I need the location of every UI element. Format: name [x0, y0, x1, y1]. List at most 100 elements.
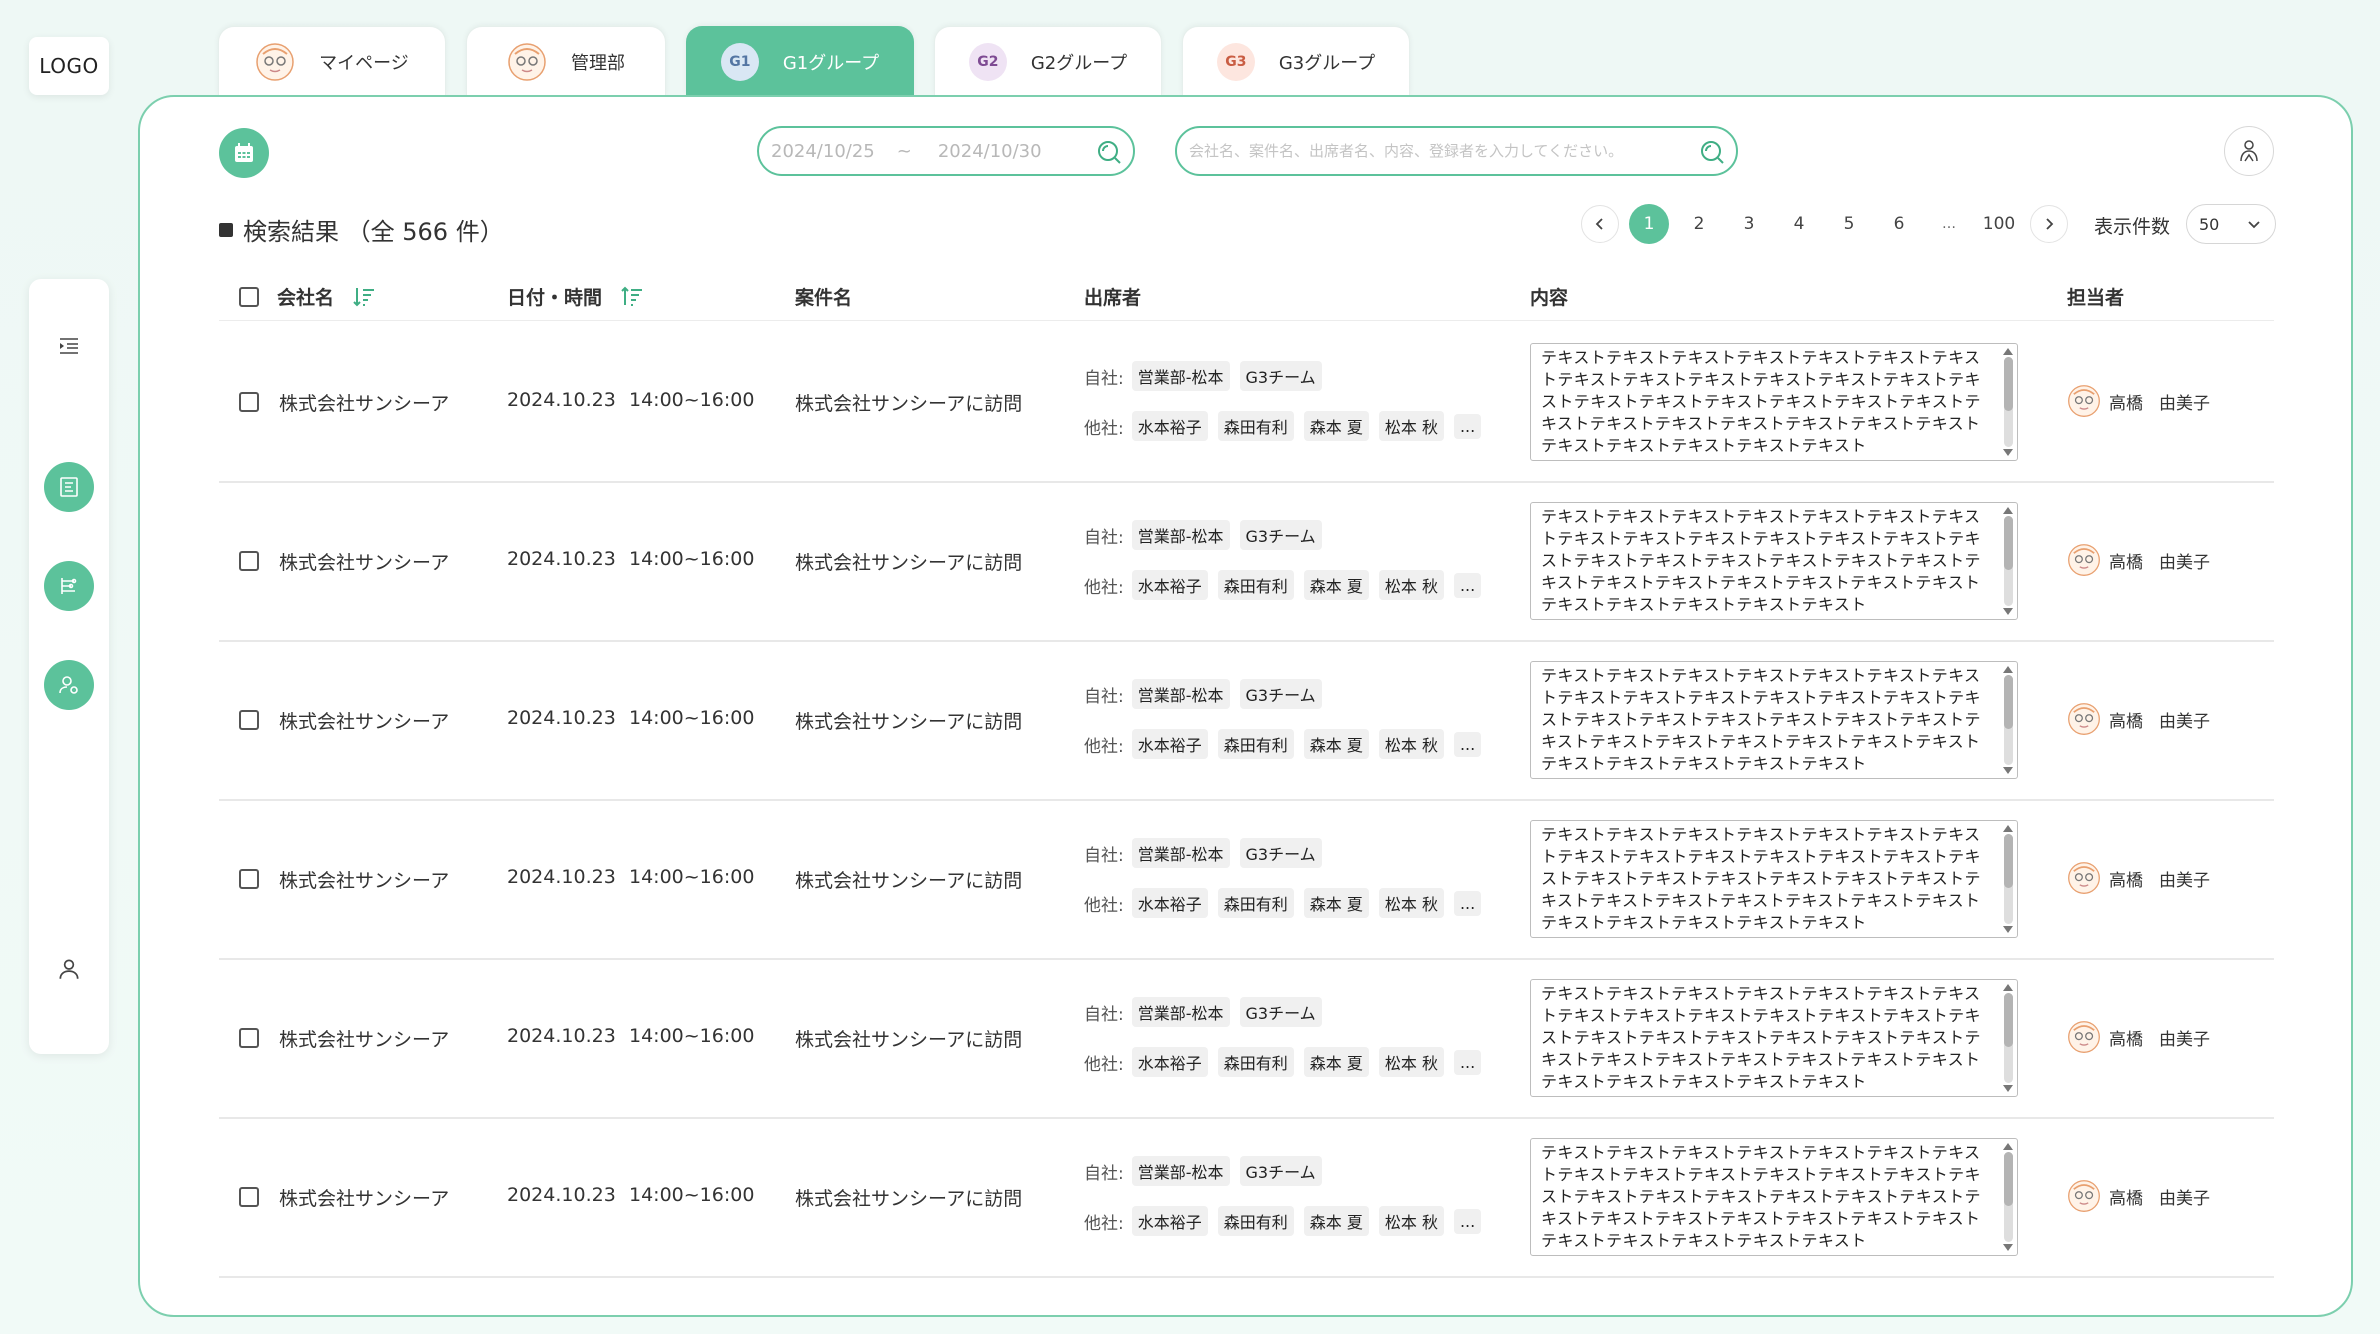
indent-icon[interactable]	[44, 321, 94, 371]
content-text: テキストテキストテキストテキストテキストテキストテキストテキストテキストテキスト…	[1541, 1143, 1981, 1250]
scrollbar[interactable]	[2002, 507, 2014, 615]
table-row[interactable]: 株式会社サンシーア 2024.10.23 14:00~16:00 株式会社サンシ…	[219, 800, 2274, 960]
scroll-down-icon[interactable]	[2003, 767, 2013, 774]
content-textarea[interactable]: テキストテキストテキストテキストテキストテキストテキストテキストテキストテキスト…	[1530, 979, 2018, 1097]
scroll-down-icon[interactable]	[2003, 449, 2013, 456]
date-from[interactable]: 2024/10/25	[771, 141, 875, 162]
scroll-down-icon[interactable]	[2003, 926, 2013, 933]
keyword-search[interactable]	[1175, 126, 1738, 176]
scroll-down-icon[interactable]	[2003, 608, 2013, 615]
date-separator: ~	[896, 140, 912, 162]
project-name[interactable]: 株式会社サンシーアに訪問	[795, 866, 1022, 893]
tab-g1-group[interactable]: G1 G1グループ	[686, 26, 914, 96]
row-checkbox[interactable]	[239, 1187, 259, 1207]
attendee-tag: 営業部-松本	[1131, 361, 1230, 391]
owner-last-name: 高橋	[2109, 870, 2143, 891]
attendee-tag: 森田有利	[1217, 729, 1294, 759]
prev-page-button[interactable]	[1581, 205, 1619, 243]
attendee-tag: G3チーム	[1239, 361, 1322, 391]
page-number[interactable]: 3	[1729, 204, 1769, 244]
page-number[interactable]: 2	[1679, 204, 1719, 244]
content-textarea[interactable]: テキストテキストテキストテキストテキストテキストテキストテキストテキストテキスト…	[1530, 1138, 2018, 1256]
other-attendees: 他社: 水本裕子 森田有利 森本 夏 松本 秋 ...	[1084, 729, 1482, 759]
project-name[interactable]: 株式会社サンシーアに訪問	[795, 548, 1022, 575]
content-text: テキストテキストテキストテキストテキストテキストテキストテキストテキストテキスト…	[1541, 507, 1981, 614]
tab-management[interactable]: 管理部	[466, 26, 666, 96]
row-checkbox[interactable]	[239, 1028, 259, 1048]
per-page-value: 50	[2199, 214, 2220, 234]
scroll-up-icon[interactable]	[2003, 348, 2013, 355]
scrollbar[interactable]	[2002, 666, 2014, 774]
row-checkbox[interactable]	[239, 392, 259, 412]
tab-label: マイページ	[319, 52, 409, 74]
filter-list-icon[interactable]	[44, 561, 94, 611]
page-number[interactable]: 6	[1879, 204, 1919, 244]
more-attendees-button[interactable]: ...	[1453, 413, 1482, 439]
content-textarea[interactable]: テキストテキストテキストテキストテキストテキストテキストテキストテキストテキスト…	[1530, 343, 2018, 461]
own-attendees: 自社: 営業部-松本 G3チーム	[1084, 838, 1322, 868]
tab-g3-group[interactable]: G3 G3グループ	[1182, 26, 1410, 96]
chevron-down-icon	[2248, 221, 2260, 229]
table-row[interactable]: 株式会社サンシーア 2024.10.23 14:00~16:00 株式会社サンシ…	[219, 323, 2274, 483]
scroll-up-icon[interactable]	[2003, 825, 2013, 832]
row-checkbox[interactable]	[239, 551, 259, 571]
sort-icon[interactable]	[620, 285, 644, 309]
page-number[interactable]: 1	[1629, 204, 1669, 244]
project-name[interactable]: 株式会社サンシーアに訪問	[795, 707, 1022, 734]
scroll-up-icon[interactable]	[2003, 666, 2013, 673]
avatar-icon	[2068, 1180, 2100, 1212]
project-name[interactable]: 株式会社サンシーアに訪問	[795, 1025, 1022, 1052]
tab-mypage[interactable]: マイページ	[218, 26, 446, 96]
more-attendees-button[interactable]: ...	[1453, 731, 1482, 757]
more-attendees-button[interactable]: ...	[1453, 890, 1482, 916]
table-row[interactable]: 株式会社サンシーア 2024.10.23 14:00~16:00 株式会社サンシ…	[219, 482, 2274, 642]
other-attendees: 他社: 水本裕子 森田有利 森本 夏 松本 秋 ...	[1084, 570, 1482, 600]
table-row[interactable]: 株式会社サンシーア 2024.10.23 14:00~16:00 株式会社サンシ…	[219, 641, 2274, 801]
user-settings-icon[interactable]	[44, 660, 94, 710]
search-input[interactable]	[1189, 142, 1684, 160]
date-range-search[interactable]: 2024/10/25 ~ 2024/10/30	[757, 126, 1135, 176]
table-row[interactable]: 株式会社サンシーア 2024.10.23 14:00~16:00 株式会社サンシ…	[219, 1118, 2274, 1278]
scroll-down-icon[interactable]	[2003, 1244, 2013, 1251]
content-textarea[interactable]: テキストテキストテキストテキストテキストテキストテキストテキストテキストテキスト…	[1530, 661, 2018, 779]
scroll-down-icon[interactable]	[2003, 1085, 2013, 1092]
per-page-select[interactable]: 50	[2186, 204, 2276, 244]
page-number[interactable]: 5	[1829, 204, 1869, 244]
search-icon[interactable]	[1095, 138, 1123, 166]
project-name[interactable]: 株式会社サンシーアに訪問	[795, 389, 1022, 416]
scrollbar[interactable]	[2002, 825, 2014, 933]
owner-last-name: 高橋	[2109, 1188, 2143, 1209]
user-icon[interactable]	[44, 944, 94, 994]
attendee-tag: 営業部-松本	[1131, 838, 1230, 868]
header-project: 案件名	[795, 287, 853, 309]
sort-icon[interactable]	[352, 285, 376, 309]
scroll-up-icon[interactable]	[2003, 507, 2013, 514]
tab-g2-group[interactable]: G2 G2グループ	[934, 26, 1162, 96]
user-group-icon[interactable]	[2224, 126, 2274, 176]
list-icon[interactable]	[44, 462, 94, 512]
next-page-button[interactable]	[2030, 205, 2068, 243]
search-icon[interactable]	[1698, 138, 1726, 166]
page-number[interactable]: 4	[1779, 204, 1819, 244]
scrollbar[interactable]	[2002, 1143, 2014, 1251]
row-checkbox[interactable]	[239, 710, 259, 730]
content-text: テキストテキストテキストテキストテキストテキストテキストテキストテキストテキスト…	[1541, 984, 1981, 1091]
more-attendees-button[interactable]: ...	[1453, 1208, 1482, 1234]
more-attendees-button[interactable]: ...	[1453, 1049, 1482, 1075]
scrollbar[interactable]	[2002, 348, 2014, 456]
scrollbar[interactable]	[2002, 984, 2014, 1092]
table-row[interactable]: 株式会社サンシーア 2024.10.23 14:00~16:00 株式会社サンシ…	[219, 959, 2274, 1119]
content-textarea[interactable]: テキストテキストテキストテキストテキストテキストテキストテキストテキストテキスト…	[1530, 820, 2018, 938]
more-attendees-button[interactable]: ...	[1453, 572, 1482, 598]
calendar-icon[interactable]	[219, 128, 269, 178]
page-number[interactable]: 100	[1979, 204, 2019, 244]
logo[interactable]: LOGO	[29, 37, 109, 95]
project-name[interactable]: 株式会社サンシーアに訪問	[795, 1184, 1022, 1211]
scroll-up-icon[interactable]	[2003, 984, 2013, 991]
content-textarea[interactable]: テキストテキストテキストテキストテキストテキストテキストテキストテキストテキスト…	[1530, 502, 2018, 620]
row-checkbox[interactable]	[239, 869, 259, 889]
visit-time: 14:00~16:00	[629, 1184, 755, 1206]
date-to[interactable]: 2024/10/30	[938, 141, 1042, 162]
select-all-checkbox[interactable]	[239, 286, 259, 307]
scroll-up-icon[interactable]	[2003, 1143, 2013, 1150]
